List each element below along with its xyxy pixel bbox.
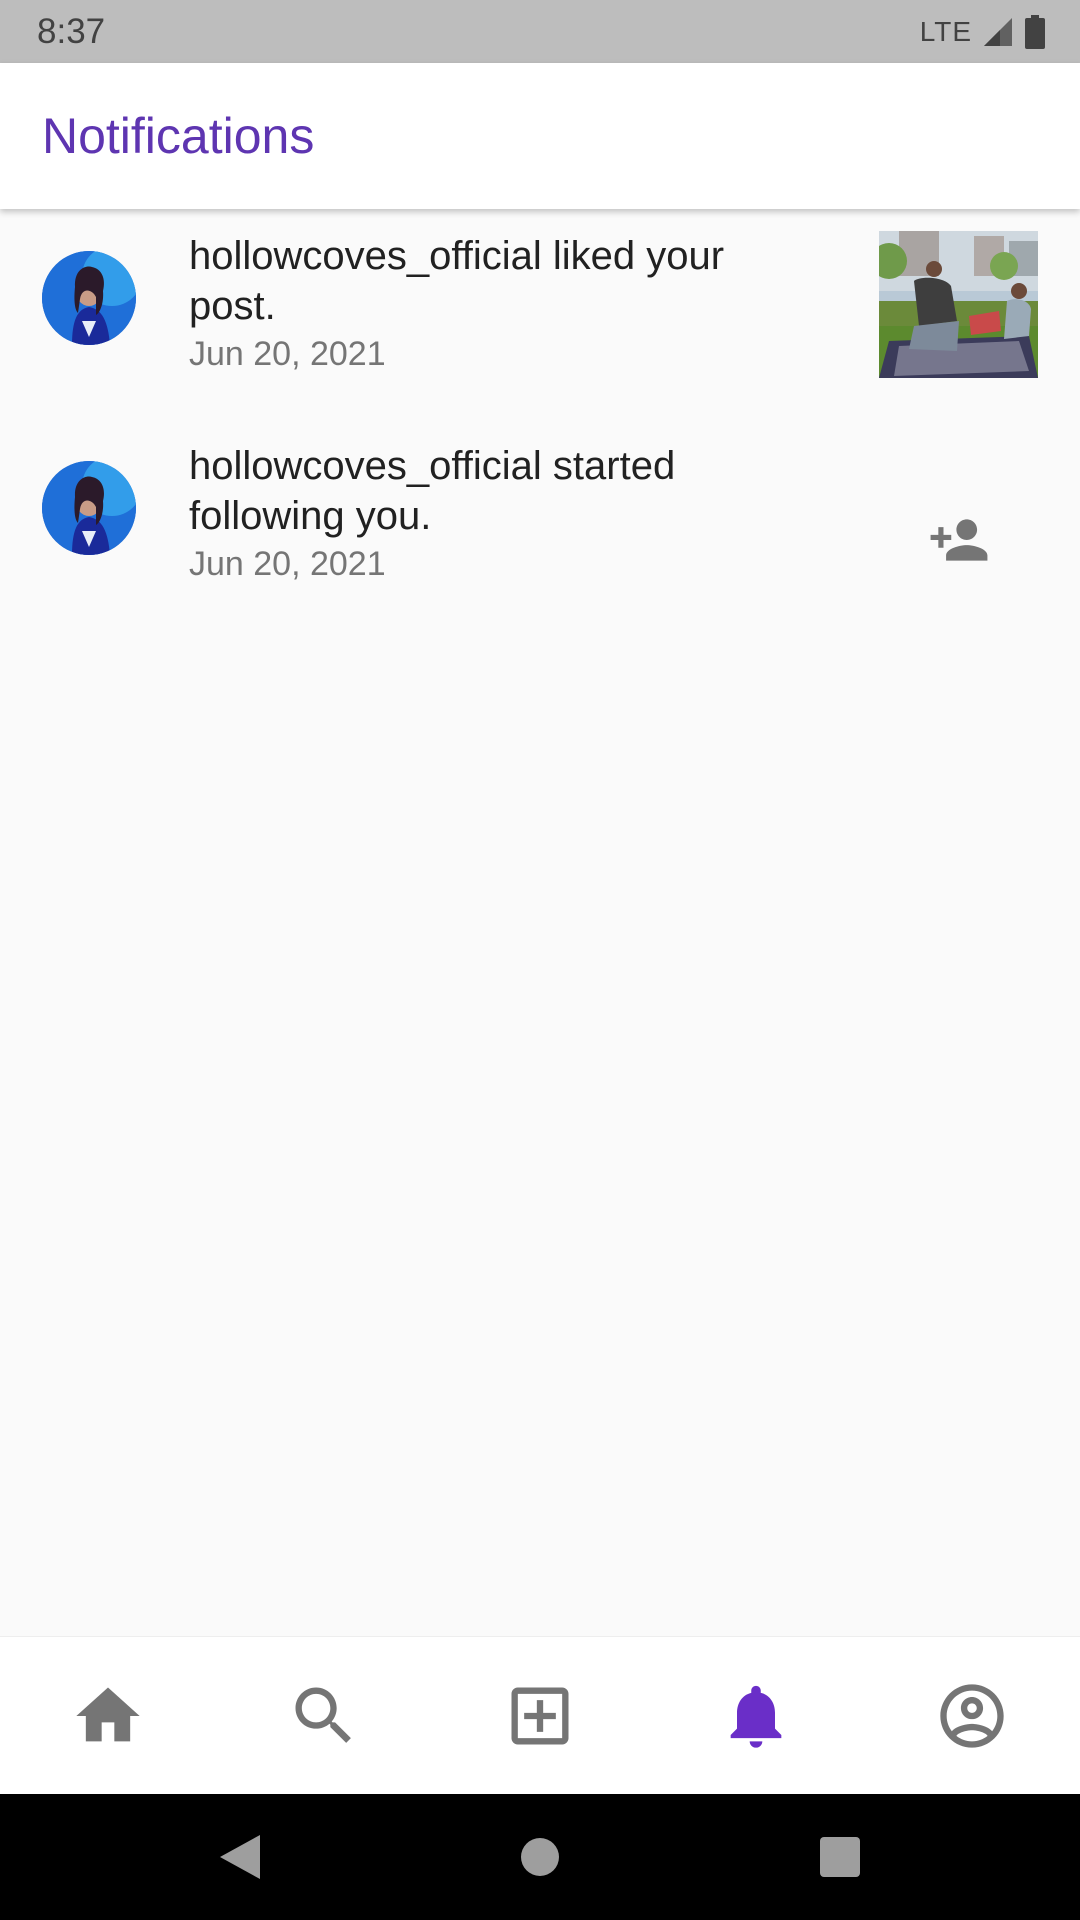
- notification-item[interactable]: hollowcoves_official started following y…: [0, 419, 1080, 629]
- notifications-bell-icon: [730, 1685, 782, 1748]
- bottom-navigation: [0, 1636, 1080, 1795]
- network-type: LTE: [919, 15, 972, 47]
- system-back-button[interactable]: [90, 1794, 390, 1920]
- notification-username[interactable]: hollowcoves_official: [189, 234, 542, 278]
- home-circle-icon: [521, 1838, 559, 1876]
- nav-notifications[interactable]: [696, 1656, 816, 1776]
- notification-message: hollowcoves_official started following y…: [189, 441, 809, 541]
- battery-icon: [1025, 14, 1045, 49]
- avatar-image: [42, 251, 136, 345]
- avatar[interactable]: [42, 251, 136, 345]
- nav-home[interactable]: [48, 1656, 168, 1776]
- post-thumbnail-image: [879, 231, 1038, 378]
- add-box-icon: [511, 1687, 569, 1745]
- status-icons: LTE: [919, 14, 1046, 49]
- notification-date: Jun 20, 2021: [189, 545, 386, 583]
- notification-date: Jun 20, 2021: [189, 335, 386, 373]
- home-icon: [76, 1687, 140, 1742]
- notification-list: hollowcoves_official liked your post. Ju…: [0, 209, 1080, 629]
- nav-add-post[interactable]: [480, 1656, 600, 1776]
- account-circle-icon: [940, 1684, 1004, 1748]
- back-triangle-icon: [220, 1835, 260, 1879]
- avatar-image: [42, 461, 136, 555]
- recents-square-icon: [820, 1837, 860, 1877]
- system-navigation-bar: [0, 1794, 1080, 1920]
- nav-profile[interactable]: [912, 1656, 1032, 1776]
- signal-icon: [984, 17, 1012, 46]
- system-home-button[interactable]: [390, 1794, 690, 1920]
- search-icon: [295, 1687, 351, 1743]
- system-recents-button[interactable]: [690, 1794, 990, 1920]
- status-bar: 8:37 LTE: [0, 0, 1080, 63]
- notification-item[interactable]: hollowcoves_official liked your post. Ju…: [0, 209, 1080, 419]
- page-title: Notifications: [42, 108, 315, 164]
- notification-username[interactable]: hollowcoves_official: [189, 444, 542, 488]
- status-time: 8:37: [37, 11, 106, 51]
- nav-search[interactable]: [264, 1656, 384, 1776]
- post-thumbnail[interactable]: [879, 231, 1038, 378]
- notification-message: hollowcoves_official liked your post.: [189, 231, 809, 331]
- app-bar: Notifications: [0, 63, 1080, 209]
- person-add-icon: [930, 519, 988, 561]
- avatar[interactable]: [42, 461, 136, 555]
